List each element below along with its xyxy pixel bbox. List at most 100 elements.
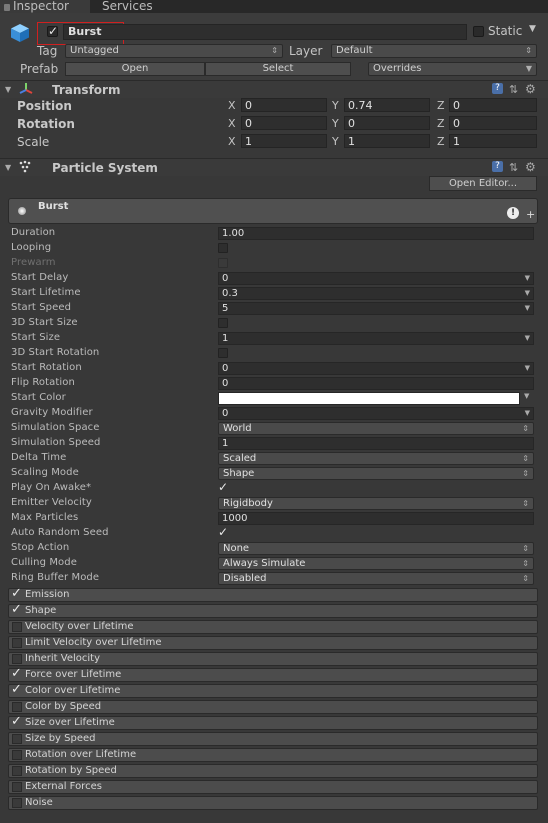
prefab-open-button[interactable]: Open <box>65 62 205 76</box>
module-row[interactable]: Rotation by Speed <box>8 764 538 778</box>
module-enabled-checkbox[interactable] <box>12 750 22 760</box>
axis-x-label[interactable]: X <box>228 135 236 148</box>
particle-system-main-bar[interactable]: Burst ! + <box>8 198 538 224</box>
module-row[interactable]: Limit Velocity over Lifetime <box>8 636 538 650</box>
module-row[interactable]: Noise <box>8 796 538 810</box>
property-value-field[interactable]: 5 ▼ <box>218 302 534 315</box>
tab-inspector[interactable]: Inspector <box>0 0 90 13</box>
module-enabled-checkbox[interactable] <box>12 766 22 776</box>
property-dropdown[interactable]: Scaled ⇕ <box>218 452 534 465</box>
property-dropdown[interactable]: Rigidbody ⇕ <box>218 497 534 510</box>
module-enabled-checkbox[interactable] <box>12 798 22 808</box>
property-value-field[interactable]: 1000 <box>218 512 534 525</box>
tag-dropdown[interactable]: Untagged ⇕ <box>65 44 283 58</box>
axis-y-label[interactable]: Y <box>332 135 339 148</box>
curve-mode-dropdown-icon[interactable]: ▼ <box>525 363 530 374</box>
axis-y-label[interactable]: Y <box>332 117 339 130</box>
object-name-field[interactable]: Burst <box>63 24 467 40</box>
property-value-field[interactable]: 0 ▼ <box>218 272 534 285</box>
curve-mode-dropdown-icon[interactable]: ▼ <box>525 303 530 314</box>
gear-icon[interactable]: ⚙ <box>525 82 536 96</box>
module-row[interactable]: ✓ Size over Lifetime <box>8 714 538 730</box>
property-dropdown[interactable]: Disabled ⇕ <box>218 572 534 585</box>
warning-icon[interactable]: ! <box>507 207 519 219</box>
presets-icon[interactable]: ⇅ <box>509 161 518 174</box>
axis-x-label[interactable]: X <box>228 117 236 130</box>
module-enabled-checkbox[interactable]: ✓ <box>11 602 22 617</box>
transform-y-field[interactable]: 0 <box>344 116 430 130</box>
axis-y-label[interactable]: Y <box>332 99 339 112</box>
property-checkbox[interactable] <box>218 243 228 253</box>
transform-y-field[interactable]: 1 <box>344 134 430 148</box>
active-checkbox[interactable] <box>47 24 58 38</box>
property-value-field[interactable]: 0.3 ▼ <box>218 287 534 300</box>
property-dropdown[interactable]: Always Simulate ⇕ <box>218 557 534 570</box>
module-enabled-checkbox[interactable] <box>12 622 22 632</box>
property-checkbox[interactable] <box>218 318 228 328</box>
open-editor-button[interactable]: Open Editor... <box>429 176 537 191</box>
color-mode-dropdown-icon[interactable]: ▼ <box>524 392 529 400</box>
fold-down-icon[interactable]: ▼ <box>5 85 11 94</box>
transform-y-field[interactable]: 0.74 <box>344 98 430 112</box>
particle-system-header[interactable]: ▼ Particle System ? ⇅ ⚙ <box>0 158 548 176</box>
prefab-overrides-dropdown[interactable]: Overrides ▼ <box>368 62 537 76</box>
module-row[interactable]: Inherit Velocity <box>8 652 538 666</box>
static-dropdown-icon[interactable]: ▼ <box>529 24 536 34</box>
module-enabled-checkbox[interactable]: ✓ <box>11 682 22 697</box>
module-row[interactable]: Size by Speed <box>8 732 538 746</box>
property-dropdown[interactable]: World ⇕ <box>218 422 534 435</box>
module-enabled-checkbox[interactable]: ✓ <box>11 666 22 681</box>
add-icon[interactable]: + <box>526 208 535 221</box>
help-icon[interactable]: ? <box>492 83 503 94</box>
module-enabled-checkbox[interactable] <box>12 654 22 664</box>
module-row[interactable]: ✓ Emission <box>8 586 538 602</box>
property-checkbox-checked[interactable]: ✓ <box>218 480 228 494</box>
property-value-field[interactable]: 1 <box>218 437 534 450</box>
module-enabled-checkbox[interactable] <box>12 702 22 712</box>
fold-down-icon[interactable]: ▼ <box>5 163 11 172</box>
axis-z-label[interactable]: Z <box>437 99 445 112</box>
property-dropdown[interactable]: Shape ⇕ <box>218 467 534 480</box>
module-enabled-checkbox[interactable] <box>12 782 22 792</box>
axis-z-label[interactable]: Z <box>437 135 445 148</box>
start-color-swatch[interactable] <box>218 392 520 405</box>
module-enabled-checkbox[interactable] <box>12 638 22 648</box>
transform-x-field[interactable]: 0 <box>241 116 327 130</box>
module-row[interactable]: ✓ Force over Lifetime <box>8 666 538 682</box>
property-value-field[interactable]: 1.00 <box>218 227 534 240</box>
transform-header[interactable]: ▼ Transform ? ⇅ ⚙ <box>0 80 548 98</box>
module-row[interactable]: Rotation over Lifetime <box>8 748 538 762</box>
curve-mode-dropdown-icon[interactable]: ▼ <box>525 288 530 299</box>
property-value-field[interactable]: 0 <box>218 377 534 390</box>
presets-icon[interactable]: ⇅ <box>509 83 518 96</box>
axis-x-label[interactable]: X <box>228 99 236 112</box>
module-row[interactable]: ✓ Color over Lifetime <box>8 682 538 698</box>
curve-mode-dropdown-icon[interactable]: ▼ <box>525 408 530 419</box>
property-value-field[interactable]: 0 ▼ <box>218 407 534 420</box>
transform-x-field[interactable]: 1 <box>241 134 327 148</box>
axis-z-label[interactable]: Z <box>437 117 445 130</box>
module-enabled-checkbox[interactable]: ✓ <box>11 586 22 601</box>
curve-mode-dropdown-icon[interactable]: ▼ <box>525 333 530 344</box>
module-row[interactable]: ✓ Shape <box>8 602 538 618</box>
transform-z-field[interactable]: 0 <box>449 116 537 130</box>
transform-z-field[interactable]: 1 <box>449 134 537 148</box>
module-enabled-checkbox[interactable] <box>12 734 22 744</box>
transform-x-field[interactable]: 0 <box>241 98 327 112</box>
module-row[interactable]: Velocity over Lifetime <box>8 620 538 634</box>
help-icon[interactable]: ? <box>492 161 503 172</box>
module-row[interactable]: External Forces <box>8 780 538 794</box>
property-checkbox-checked[interactable]: ✓ <box>218 525 228 539</box>
module-row[interactable]: Color by Speed <box>8 700 538 714</box>
property-value-field[interactable]: 0 ▼ <box>218 362 534 375</box>
prefab-select-button[interactable]: Select <box>205 62 351 76</box>
property-checkbox[interactable] <box>218 348 228 358</box>
static-checkbox[interactable] <box>473 26 484 37</box>
gear-icon[interactable]: ⚙ <box>525 160 536 174</box>
property-dropdown[interactable]: None ⇕ <box>218 542 534 555</box>
curve-mode-dropdown-icon[interactable]: ▼ <box>525 273 530 284</box>
layer-dropdown[interactable]: Default ⇕ <box>331 44 537 58</box>
tab-services[interactable]: Services <box>98 0 168 13</box>
transform-z-field[interactable]: 0 <box>449 98 537 112</box>
property-value-field[interactable]: 1 ▼ <box>218 332 534 345</box>
